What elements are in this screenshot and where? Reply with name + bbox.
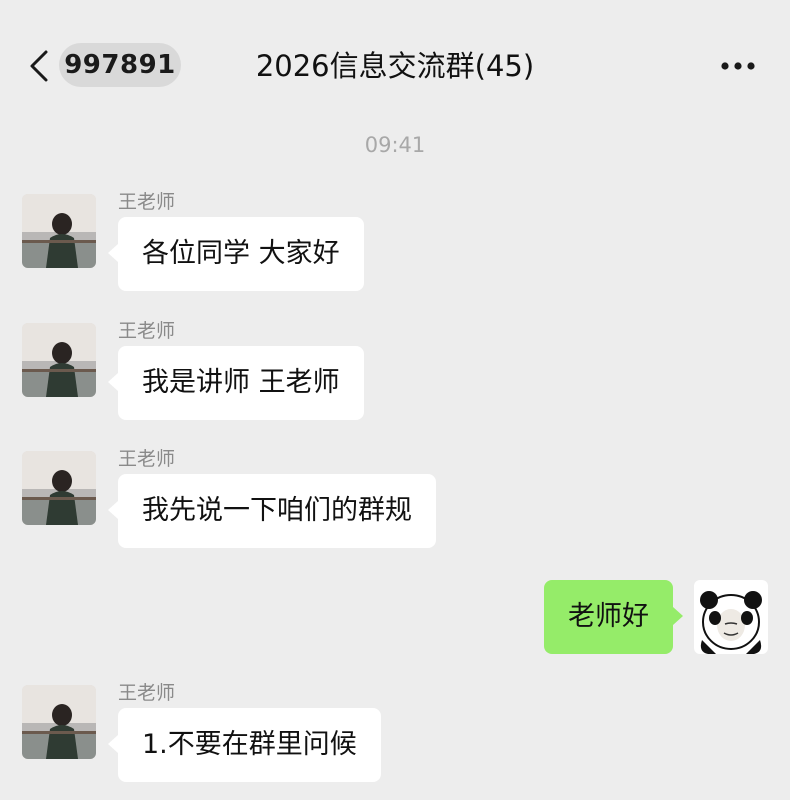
message-row: 王老师 我先说一下咱们的群规 [0, 443, 790, 553]
message-bubble[interactable]: 我先说一下咱们的群规 [108, 474, 436, 548]
sender-avatar[interactable] [22, 194, 96, 268]
unread-count-badge[interactable]: 997891 [59, 43, 181, 87]
chat-header: 997891 2026信息交流群(45) [0, 0, 790, 120]
message-timestamp: 09:41 [364, 133, 426, 157]
message-bubble[interactable]: 各位同学 大家好 [108, 217, 364, 291]
message-bubble[interactable]: 我是讲师 王老师 [108, 346, 364, 420]
message-row: 王老师 我是讲师 王老师 [0, 315, 790, 425]
sender-name: 王老师 [118, 448, 176, 470]
chat-title: 2026信息交流群(45) [255, 49, 535, 83]
sender-avatar[interactable] [22, 323, 96, 397]
message-row: 王老师 1.不要在群里问候 [0, 677, 790, 787]
more-options-button[interactable] [716, 48, 760, 84]
message-bubble[interactable]: 老师好 [544, 580, 683, 654]
sender-name: 王老师 [118, 191, 176, 213]
sender-name: 王老师 [118, 320, 176, 342]
chevron-left-icon [30, 50, 48, 82]
sender-avatar[interactable] [22, 685, 96, 759]
message-row: 老师好 [0, 578, 790, 658]
message-row: 王老师 各位同学 大家好 [0, 186, 790, 296]
message-bubble[interactable]: 1.不要在群里问候 [108, 708, 381, 782]
ellipsis-icon [721, 62, 755, 70]
sender-avatar[interactable] [22, 451, 96, 525]
sender-name: 王老师 [118, 682, 176, 704]
my-avatar[interactable] [694, 580, 768, 654]
back-button[interactable] [24, 46, 54, 86]
